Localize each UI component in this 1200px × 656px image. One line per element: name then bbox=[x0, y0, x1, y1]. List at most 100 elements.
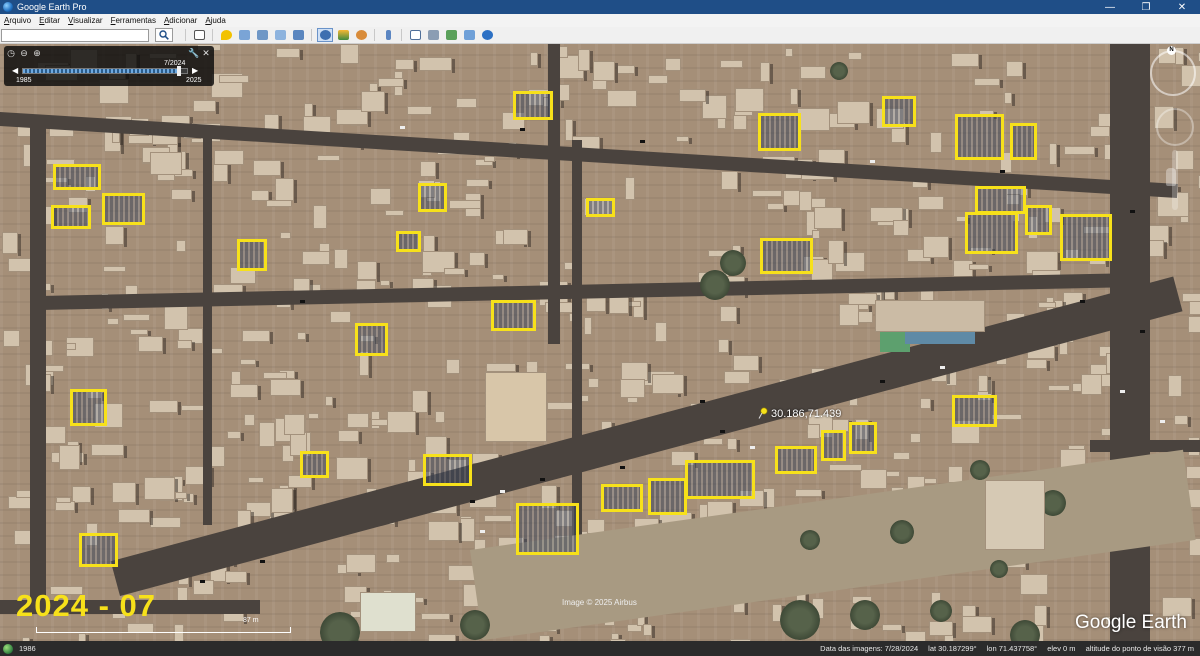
historical-imagery-button[interactable] bbox=[317, 28, 333, 42]
sidebar-toggle-button[interactable] bbox=[191, 28, 207, 42]
rooftop bbox=[484, 156, 495, 162]
north-indicator[interactable]: N bbox=[1167, 46, 1176, 55]
step-forward-icon[interactable]: ▶ bbox=[192, 66, 200, 76]
menu-ferramentas[interactable]: Ferramentas bbox=[107, 16, 160, 25]
placemark-label[interactable]: 30.186,71.439 bbox=[771, 408, 841, 420]
zoom-in-icon[interactable]: ⊕ bbox=[32, 48, 42, 58]
rooftop bbox=[56, 497, 71, 503]
step-back-icon[interactable]: ◀ bbox=[12, 66, 20, 76]
car bbox=[750, 446, 755, 449]
solar-panel-highlight-box bbox=[965, 212, 1018, 254]
menu-ajuda[interactable]: Ajuda bbox=[201, 16, 229, 25]
building-shadow bbox=[270, 332, 273, 344]
building-shadow bbox=[216, 102, 219, 114]
rooftop bbox=[387, 411, 416, 433]
building-shadow bbox=[150, 511, 153, 525]
ruler-icon bbox=[385, 30, 391, 40]
solar-panel-highlight-box bbox=[516, 503, 579, 555]
building-shadow bbox=[738, 173, 741, 192]
add-polygon-button[interactable] bbox=[236, 28, 252, 42]
ruler-button[interactable] bbox=[380, 28, 396, 42]
move-ring[interactable] bbox=[1156, 108, 1194, 146]
rooftop bbox=[923, 478, 937, 484]
historical-imagery-status-icon[interactable] bbox=[3, 643, 13, 654]
car bbox=[870, 160, 875, 163]
rooftop bbox=[974, 78, 1000, 86]
rooftop bbox=[347, 413, 369, 428]
rooftop bbox=[679, 89, 706, 102]
view-in-maps-button[interactable] bbox=[461, 28, 477, 42]
building-shadow bbox=[424, 599, 427, 605]
add-path-button[interactable] bbox=[254, 28, 270, 42]
rooftop bbox=[718, 339, 729, 353]
building-shadow bbox=[870, 103, 873, 126]
menu-visualizar[interactable]: Visualizar bbox=[64, 16, 107, 25]
menu-editar[interactable]: Editar bbox=[35, 16, 64, 25]
building-shadow bbox=[377, 263, 380, 282]
record-tour-button[interactable] bbox=[290, 28, 306, 42]
rooftop bbox=[266, 200, 292, 207]
search-button[interactable] bbox=[155, 28, 173, 42]
rooftop bbox=[302, 251, 330, 265]
close-button[interactable]: ✕ bbox=[1164, 0, 1200, 14]
solar-panel-highlight-box bbox=[758, 113, 801, 151]
road-east bbox=[1110, 44, 1150, 641]
rooftop bbox=[334, 249, 348, 269]
map-view[interactable] bbox=[0, 44, 1200, 641]
rooftop bbox=[930, 132, 942, 153]
minimize-button[interactable]: — bbox=[1092, 0, 1128, 14]
add-placemark-button[interactable] bbox=[218, 28, 234, 42]
solar-panel-highlight-box bbox=[955, 114, 1004, 160]
building-shadow bbox=[450, 615, 453, 622]
earth-view-button[interactable] bbox=[479, 28, 495, 42]
rooftop bbox=[380, 280, 390, 286]
print-button[interactable] bbox=[425, 28, 441, 42]
rooftop bbox=[78, 633, 86, 641]
elev-value: 0 m bbox=[1063, 644, 1076, 653]
menu-adicionar[interactable]: Adicionar bbox=[160, 16, 201, 25]
building-shadow bbox=[1055, 347, 1058, 361]
rooftop bbox=[814, 207, 842, 229]
rooftop bbox=[848, 52, 862, 60]
add-image-overlay-button[interactable] bbox=[272, 28, 288, 42]
close-icon[interactable]: ✕ bbox=[201, 48, 211, 58]
time-slider-track[interactable] bbox=[22, 66, 188, 76]
sunlight-button[interactable] bbox=[335, 28, 351, 42]
building-shadow bbox=[124, 228, 127, 247]
rooftop bbox=[951, 53, 979, 67]
building-shadow bbox=[359, 432, 362, 444]
lon-label: lon bbox=[986, 644, 997, 653]
rooftop bbox=[1020, 574, 1048, 595]
search-input[interactable] bbox=[1, 28, 149, 42]
menu-arquivo[interactable]: Arquivo bbox=[0, 16, 35, 25]
settings-icon[interactable]: 🔧 bbox=[188, 48, 199, 58]
building-shadow bbox=[784, 205, 787, 212]
maximize-button[interactable]: ❐ bbox=[1128, 0, 1164, 14]
building-shadow bbox=[706, 91, 709, 104]
building-shadow bbox=[737, 440, 740, 452]
email-button[interactable] bbox=[407, 28, 423, 42]
pushpin-icon[interactable] bbox=[758, 407, 768, 419]
rooftop bbox=[720, 60, 743, 68]
rooftop bbox=[625, 177, 635, 200]
rooftop bbox=[271, 488, 293, 513]
clock-icon[interactable]: ◷ bbox=[6, 48, 16, 58]
planets-button[interactable] bbox=[353, 28, 369, 42]
building-shadow bbox=[844, 242, 847, 266]
tree bbox=[930, 600, 952, 622]
rooftop bbox=[346, 554, 376, 573]
rooftop bbox=[428, 521, 459, 541]
rooftop bbox=[1004, 92, 1012, 104]
building-shadow bbox=[988, 377, 991, 394]
look-ring[interactable] bbox=[1150, 50, 1196, 96]
building-shadow bbox=[538, 54, 541, 68]
save-image-button[interactable] bbox=[443, 28, 459, 42]
toolbar-separator bbox=[311, 29, 312, 41]
zoom-out-icon[interactable]: ⊖ bbox=[19, 48, 29, 58]
rooftop bbox=[112, 482, 136, 503]
rooftop bbox=[240, 359, 256, 365]
street-view-pegman-icon[interactable] bbox=[1166, 168, 1176, 186]
rooftop bbox=[275, 178, 294, 201]
time-slider-thumb[interactable] bbox=[176, 66, 181, 76]
rooftop bbox=[617, 65, 635, 74]
